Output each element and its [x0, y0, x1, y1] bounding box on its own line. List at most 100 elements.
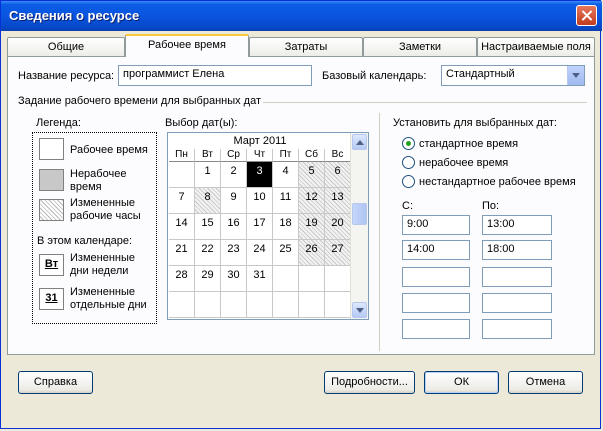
calendar-scrollbar[interactable]: [350, 133, 368, 319]
from-time-5[interactable]: [402, 319, 470, 339]
calendar-day[interactable]: 19: [299, 214, 325, 240]
weekday-header: Чт: [247, 149, 273, 162]
radio-custom-time[interactable]: [402, 175, 415, 188]
tab-notes[interactable]: Заметки: [363, 37, 477, 57]
calendar-day[interactable]: 27: [325, 240, 351, 266]
scroll-thumb[interactable]: [352, 203, 367, 225]
calendar-day[interactable]: 25: [273, 240, 299, 266]
legend-title: Легенда:: [36, 117, 81, 129]
legend-weekdays-label-2: дни недели: [70, 265, 129, 277]
legend-nonworking-label-2: время: [70, 181, 102, 193]
weekday-header: Вт: [195, 149, 221, 162]
radio-standard-label[interactable]: стандартное время: [419, 138, 518, 150]
radio-nonworking-time[interactable]: [402, 156, 415, 169]
to-label: По:: [482, 200, 500, 212]
calendar-day[interactable]: 21: [169, 240, 195, 266]
to-time-3[interactable]: [482, 267, 552, 287]
tab-strip: Общие Рабочее время Затраты Заметки Наст…: [7, 34, 595, 57]
from-time-2[interactable]: 14:00: [402, 240, 470, 260]
to-time-5[interactable]: [482, 319, 552, 339]
calendar-day[interactable]: 29: [195, 266, 221, 292]
calendar-empty-cell: [273, 266, 299, 292]
calendar-day[interactable]: 12: [299, 188, 325, 214]
section-vertical-divider: [379, 113, 380, 351]
radio-nonworking-label[interactable]: нерабочее время: [419, 157, 508, 169]
calendar-empty-cell: [169, 292, 195, 318]
help-button[interactable]: Справка: [18, 371, 93, 394]
calendar-day[interactable]: 15: [195, 214, 221, 240]
calendar-day[interactable]: 28: [169, 266, 195, 292]
close-icon[interactable]: [576, 5, 597, 26]
tab-working-time[interactable]: Рабочее время: [125, 34, 249, 57]
weekday-header: Пн: [169, 149, 195, 162]
legend-weekdays-label-1: Измененные: [70, 252, 135, 264]
date-picker-label: Выбор дат(ы):: [165, 117, 238, 129]
calendar-empty-cell: [325, 266, 351, 292]
chevron-down-icon[interactable]: [567, 66, 584, 85]
weekday-header: Ср: [221, 149, 247, 162]
resource-info-dialog: Сведения о ресурсе Общие Рабочее время З…: [0, 0, 602, 429]
weekday-header: Вс: [325, 149, 351, 162]
radio-custom-label[interactable]: нестандартное рабочее время: [419, 176, 576, 188]
calendar-day[interactable]: 3: [247, 162, 273, 188]
resource-name-input[interactable]: программист Елена: [118, 65, 312, 86]
calendar-day[interactable]: 22: [195, 240, 221, 266]
calendar-day[interactable]: 30: [221, 266, 247, 292]
details-button[interactable]: Подробности...: [324, 371, 415, 394]
calendar-day[interactable]: 31: [247, 266, 273, 292]
legend-changed-label-2: рабочие часы: [70, 210, 141, 222]
from-time-4[interactable]: [402, 293, 470, 313]
radio-standard-time[interactable]: [402, 137, 415, 150]
calendar-day[interactable]: 2: [221, 162, 247, 188]
legend-days-label-1: Измененные: [70, 286, 135, 298]
calendar-empty-cell: [273, 292, 299, 318]
to-time-1[interactable]: 13:00: [482, 215, 552, 235]
calendar-day[interactable]: 11: [273, 188, 299, 214]
scroll-up-icon[interactable]: [352, 134, 367, 150]
tab-custom-fields[interactable]: Настраиваемые поля: [477, 37, 595, 57]
base-calendar-select[interactable]: Стандартный: [441, 65, 585, 86]
weekday-header: Сб: [299, 149, 325, 162]
calendar-day[interactable]: 16: [221, 214, 247, 240]
calendar-day[interactable]: 14: [169, 214, 195, 240]
calendar-day[interactable]: 7: [169, 188, 195, 214]
calendar-day[interactable]: 17: [247, 214, 273, 240]
section-title: Задание рабочего времени для выбранных д…: [18, 95, 262, 107]
base-calendar-value: Стандартный: [446, 68, 515, 80]
calendar-day[interactable]: 18: [273, 214, 299, 240]
from-time-1[interactable]: 9:00: [402, 215, 470, 235]
calendar-day[interactable]: 13: [325, 188, 351, 214]
title-bar[interactable]: Сведения о ресурсе: [1, 1, 602, 31]
to-time-4[interactable]: [482, 293, 552, 313]
calendar-month: Март 2011: [233, 135, 287, 147]
calendar-day[interactable]: 1: [195, 162, 221, 188]
calendar-empty-cell: [247, 292, 273, 318]
calendar-day[interactable]: 10: [247, 188, 273, 214]
tab-costs[interactable]: Затраты: [249, 37, 363, 57]
calendar-day[interactable]: 9: [221, 188, 247, 214]
scroll-down-icon[interactable]: [352, 302, 367, 318]
tab-general[interactable]: Общие: [7, 37, 125, 57]
from-label: С:: [402, 200, 413, 212]
legend-days-label-2: отдельные дни: [70, 299, 147, 311]
changed-weekdays-swatch: Вт: [39, 254, 64, 276]
to-time-2[interactable]: 18:00: [482, 240, 552, 260]
calendar-day[interactable]: 5: [299, 162, 325, 188]
date-calendar[interactable]: Март 2011 Пн Вт Ср Чт Пт Сб Вс 1 2 3 4 5 6 7 8 9 10 11 12 1…: [167, 132, 369, 320]
changed-hours-swatch: [39, 199, 64, 221]
cancel-button[interactable]: Отмена: [508, 371, 583, 394]
calendar-day[interactable]: 8: [195, 188, 221, 214]
calendar-day[interactable]: 26: [299, 240, 325, 266]
calendar-empty-cell: [195, 292, 221, 318]
legend-changed-label-1: Измененные: [70, 197, 135, 209]
legend-nonworking-label-1: Нерабочее: [70, 168, 127, 180]
calendar-day[interactable]: 4: [273, 162, 299, 188]
calendar-day[interactable]: 6: [325, 162, 351, 188]
from-time-3[interactable]: [402, 267, 470, 287]
calendar-day[interactable]: 23: [221, 240, 247, 266]
set-for-title: Установить для выбранных дат:: [393, 117, 557, 129]
ok-button[interactable]: ОК: [424, 371, 499, 394]
resource-name-label: Название ресурса:: [18, 70, 115, 82]
calendar-day[interactable]: 24: [247, 240, 273, 266]
calendar-day[interactable]: 20: [325, 214, 351, 240]
